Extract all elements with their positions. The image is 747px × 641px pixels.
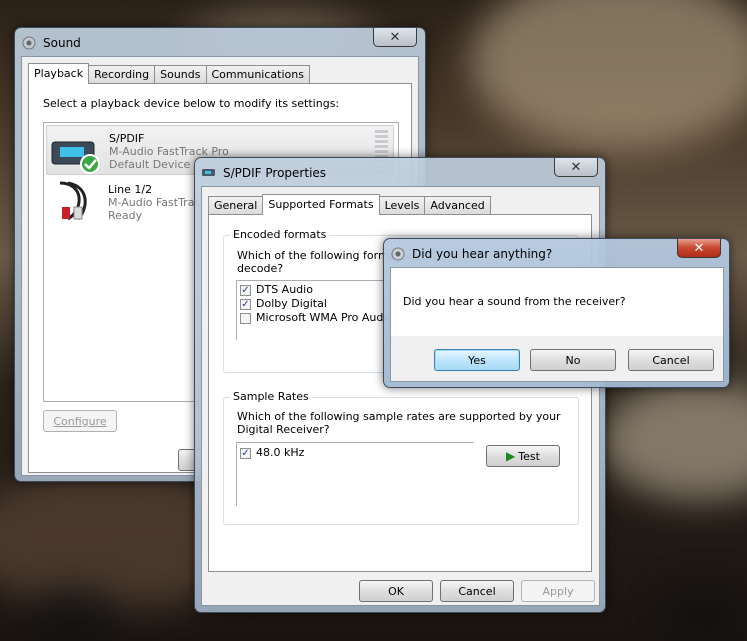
tab-advanced[interactable]: Advanced xyxy=(424,196,491,215)
rates-question-line2: Digital Receiver? xyxy=(237,423,330,436)
device-name-line12: Line 1/2 xyxy=(108,183,153,196)
speaker-icon xyxy=(22,36,36,50)
playback-instruction: Select a playback device below to modify… xyxy=(43,97,340,110)
device-status-spdif: Default Device xyxy=(109,158,191,171)
device-status-line12: Ready xyxy=(108,209,143,222)
format-item-dts[interactable]: ✓ DTS Audio xyxy=(240,283,313,296)
tab-playback[interactable]: Playback xyxy=(28,63,90,84)
device-small-icon xyxy=(202,169,215,176)
device-name-spdif: S/PDIF xyxy=(109,132,145,145)
cancel-button[interactable]: Cancel xyxy=(440,580,514,602)
dts-checkbox[interactable]: ✓ xyxy=(240,284,251,296)
spdif-tabstrip: General Supported Formats Levels Advance… xyxy=(208,194,491,215)
sound-titlebar: Sound xyxy=(21,32,81,54)
spdif-close-button[interactable]: ✕ xyxy=(554,158,598,177)
close-icon: ✕ xyxy=(570,159,582,175)
spdif-window-title: S/PDIF Properties xyxy=(223,166,327,180)
tab-supported-formats[interactable]: Supported Formats xyxy=(262,194,380,215)
tab-sounds[interactable]: Sounds xyxy=(154,65,207,84)
tab-levels[interactable]: Levels xyxy=(378,196,426,215)
apply-button[interactable]: Apply xyxy=(521,580,595,602)
hear-dialog-close-button[interactable]: ✕ xyxy=(677,239,721,258)
tab-recording[interactable]: Recording xyxy=(88,65,156,84)
format-item-wma[interactable]: Microsoft WMA Pro Audio xyxy=(240,311,393,324)
dolby-checkbox[interactable]: ✓ xyxy=(240,298,251,310)
tab-communications[interactable]: Communications xyxy=(205,65,310,84)
dialog-cancel-button[interactable]: Cancel xyxy=(628,349,714,371)
tab-general[interactable]: General xyxy=(208,196,264,215)
spdif-titlebar: S/PDIF Properties xyxy=(201,162,326,184)
sound-tabstrip: Playback Recording Sounds Communications xyxy=(28,63,310,84)
test-button[interactable]: ▶ Test xyxy=(486,445,560,467)
configure-button[interactable]: Configure xyxy=(43,410,117,432)
play-icon: ▶ xyxy=(506,449,516,463)
sample-rates-caption: Sample Rates xyxy=(230,390,312,403)
sound-close-button[interactable]: ✕ xyxy=(373,28,417,47)
sample-rates-list[interactable]: ✓ 48.0 kHz xyxy=(236,442,474,506)
hear-dialog-title: Did you hear anything? xyxy=(412,247,553,261)
hear-dialog-message: Did you hear a sound from the receiver? xyxy=(403,295,626,308)
wma-checkbox[interactable] xyxy=(240,312,251,324)
hear-dialog-titlebar: Did you hear anything? xyxy=(390,243,552,265)
hear-dialog: Did you hear anything? ✕ Did you hear a … xyxy=(383,238,730,388)
sound-window-title: Sound xyxy=(43,36,81,50)
rate-item-48k[interactable]: ✓ 48.0 kHz xyxy=(240,446,304,459)
encoded-question-line1: Which of the following forma xyxy=(237,249,396,262)
close-icon: ✕ xyxy=(389,29,401,45)
encoded-formats-caption: Encoded formats xyxy=(230,228,330,241)
spdif-device-icon xyxy=(51,141,100,174)
rca-cable-icon xyxy=(59,181,87,221)
encoded-question-line2: decode? xyxy=(237,262,284,275)
format-item-dolby[interactable]: ✓ Dolby Digital xyxy=(240,297,327,310)
hear-dialog-client: Did you hear a sound from the receiver? … xyxy=(390,267,724,382)
yes-button[interactable]: Yes xyxy=(434,349,520,371)
rates-question-line1: Which of the following sample rates are … xyxy=(237,410,561,423)
sample-rates-group: Sample Rates Which of the following samp… xyxy=(223,390,579,525)
no-button[interactable]: No xyxy=(530,349,616,371)
close-icon: ✕ xyxy=(693,240,705,256)
ok-button[interactable]: OK xyxy=(359,580,433,602)
rate-48k-checkbox[interactable]: ✓ xyxy=(240,447,251,459)
speaker-icon xyxy=(391,247,405,261)
